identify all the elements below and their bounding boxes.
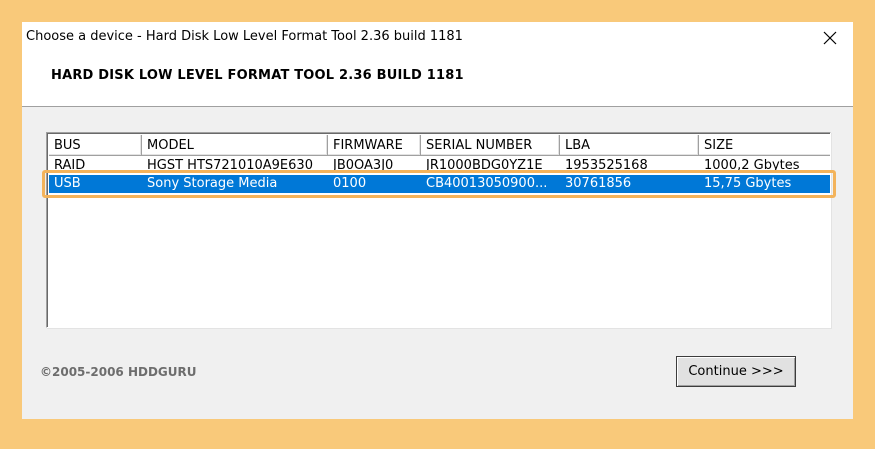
header-title: HARD DISK LOW LEVEL FORMAT TOOL 2.36 BUI… <box>51 68 464 83</box>
cell-lba: 30761856 <box>565 176 632 191</box>
cell-size: 15,75 Gbytes <box>704 176 792 191</box>
table-row-selected[interactable]: USB Sony Storage Media 0100 CB4001305090… <box>49 175 830 193</box>
column-header-serial-number[interactable]: SERIAL NUMBER <box>421 135 560 156</box>
device-list[interactable]: BUS MODEL FIRMWARE SERIAL NUMBER LBA SIZ… <box>46 132 831 328</box>
title-bar[interactable]: Choose a device - Hard Disk Low Level Fo… <box>22 22 853 54</box>
header-panel: HARD DISK LOW LEVEL FORMAT TOOL 2.36 BUI… <box>22 54 853 107</box>
cell-firmware: JB0OA3J0 <box>333 158 394 173</box>
cell-bus: USB <box>54 176 81 191</box>
cell-serial-number: CB40013050900... <box>426 176 548 191</box>
choose-device-window: Choose a device - Hard Disk Low Level Fo… <box>22 22 853 419</box>
copyright-label: ©2005-2006 HDDGURU <box>40 365 197 379</box>
continue-button[interactable]: Continue >>> <box>676 356 796 387</box>
column-header-size[interactable]: SIZE <box>699 135 830 156</box>
column-header-row: BUS MODEL FIRMWARE SERIAL NUMBER LBA SIZ… <box>49 135 830 156</box>
column-header-bus[interactable]: BUS <box>49 135 142 156</box>
close-button[interactable] <box>807 22 853 54</box>
column-header-firmware[interactable]: FIRMWARE <box>328 135 421 156</box>
column-header-lba[interactable]: LBA <box>560 135 699 156</box>
cell-size: 1000,2 Gbytes <box>704 158 800 173</box>
cell-firmware: 0100 <box>333 176 367 191</box>
cell-lba: 1953525168 <box>565 158 648 173</box>
close-icon <box>823 31 837 45</box>
cell-model: HGST HTS721010A9E630 <box>147 158 313 173</box>
window-title: Choose a device - Hard Disk Low Level Fo… <box>26 29 463 44</box>
cell-serial-number: JR1000BDG0YZ1E <box>426 158 543 173</box>
cell-model: Sony Storage Media <box>147 176 278 191</box>
cell-bus: RAID <box>54 158 86 173</box>
column-header-model[interactable]: MODEL <box>142 135 328 156</box>
table-row[interactable]: RAID HGST HTS721010A9E630 JB0OA3J0 JR100… <box>49 157 830 175</box>
